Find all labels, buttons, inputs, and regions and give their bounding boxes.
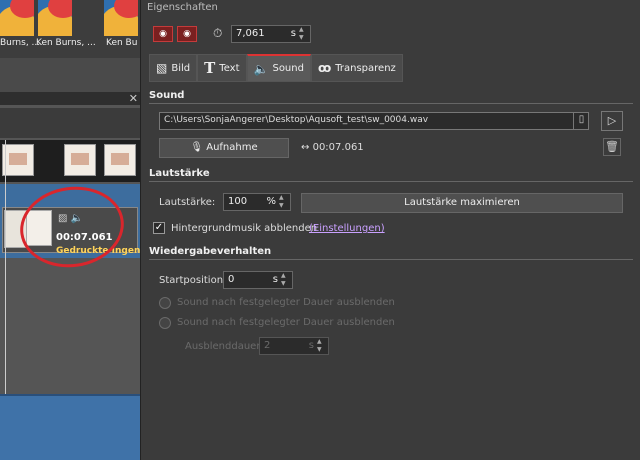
- settings-link[interactable]: (Einstellungen): [309, 223, 385, 234]
- thumbnail-label: Ken Burns, ...: [36, 38, 96, 48]
- length-display: ↔ 00:07.061: [301, 142, 364, 153]
- start-position-spinner[interactable]: 0 s ▲ ▼: [223, 271, 293, 289]
- eye-icon[interactable]: ◉: [177, 26, 197, 42]
- resize-arrows-icon: ↔: [301, 142, 310, 153]
- storyboard-panel: Burns, ... Ken Burns, ... Ken Bu ✕ ▨ 🔈 0…: [0, 0, 140, 460]
- slide-frame[interactable]: [2, 144, 34, 176]
- thumbnail-label: Ken Bu: [106, 38, 138, 48]
- fade-duration-spinner[interactable]: 2 s ▲ ▼: [259, 337, 329, 355]
- start-unit: s: [272, 274, 278, 285]
- slide-filmstrip[interactable]: [0, 140, 140, 182]
- playhead[interactable]: [5, 140, 6, 400]
- image-icon: ▧: [156, 61, 168, 75]
- browse-file-icon[interactable]: ▯: [573, 112, 589, 130]
- dim-music-label: Hintergrundmusik abblenden: [171, 223, 318, 234]
- slide-frame[interactable]: [64, 144, 96, 176]
- length-value: 00:07.061: [312, 142, 364, 153]
- text-icon: T: [204, 59, 216, 77]
- property-tabs: ▧ Bild T Text 🔈 Sound ꝏ Transparenz: [149, 54, 403, 82]
- duration-unit: s: [290, 28, 296, 39]
- play-button[interactable]: ▷: [601, 111, 623, 131]
- hide-eye-icon[interactable]: ◉: [153, 26, 173, 42]
- duration-value: 7,061: [236, 28, 265, 39]
- tab-sound[interactable]: 🔈 Sound: [246, 54, 311, 82]
- fade-option-label-2: Sound nach festgelegter Dauer ausblenden: [177, 317, 395, 328]
- tab-label: Sound: [272, 63, 304, 74]
- thumbnail-3[interactable]: [104, 0, 138, 36]
- fade-option-radio[interactable]: [159, 297, 171, 309]
- tab-label: Bild: [171, 62, 191, 74]
- fade-duration-label: Ausblenddauer:: [185, 341, 264, 352]
- stopwatch-icon: ⏱: [213, 26, 223, 40]
- spinner-arrows-icon[interactable]: ▲ ▼: [317, 338, 326, 354]
- thumbnail-1[interactable]: [0, 0, 34, 36]
- tab-bild[interactable]: ▧ Bild: [149, 54, 198, 82]
- tab-text[interactable]: T Text: [197, 54, 247, 82]
- start-position-label: Startposition:: [159, 275, 227, 286]
- transparency-icon: ꝏ: [317, 61, 332, 75]
- dim-music-checkbox[interactable]: ✓: [153, 222, 165, 234]
- fade-unit: s: [308, 340, 314, 351]
- volume-unit: %: [266, 196, 276, 207]
- duration-spinner[interactable]: 7,061 s ▲ ▼: [231, 25, 311, 43]
- properties-panel: Eigenschaften ◉ ◉ ⏱ 7,061 s ▲ ▼ ▧ Bild T Te…: [140, 0, 640, 460]
- speaker-icon: 🔈: [253, 61, 269, 76]
- timeline-ruler[interactable]: [0, 108, 140, 138]
- media-thumbnails: Burns, ... Ken Burns, ... Ken Bu: [0, 0, 140, 58]
- tab-label: Text: [219, 62, 240, 74]
- volume-spinner[interactable]: 100 % ▲ ▼: [223, 193, 291, 211]
- fade-option-radio-2[interactable]: [159, 317, 171, 329]
- section-volume: Lautstärke: [149, 168, 633, 182]
- slide-frame[interactable]: [104, 144, 136, 176]
- sound-file-path[interactable]: C:\Users\SonjaAngerer\Desktop\Aqusoft_te…: [159, 112, 589, 130]
- record-label: Aufnahme: [206, 142, 258, 153]
- volume-value: 100: [228, 196, 248, 207]
- fade-option-label: Sound nach festgelegter Dauer ausblenden: [177, 297, 395, 308]
- spinner-arrows-icon[interactable]: ▲ ▼: [281, 272, 290, 288]
- record-button[interactable]: 🎙 Aufnahme: [159, 138, 289, 158]
- microphone-icon: 🎙: [190, 142, 204, 153]
- music-track[interactable]: [0, 394, 140, 460]
- tab-transparenz[interactable]: ꝏ Transparenz: [310, 54, 403, 82]
- spinner-arrows-icon[interactable]: ▲ ▼: [299, 26, 308, 42]
- section-sound: Sound: [149, 90, 633, 104]
- maximize-volume-button[interactable]: Lautstärke maximieren: [301, 193, 623, 213]
- section-playback: Wiedergabeverhalten: [149, 246, 633, 260]
- panel-title: Eigenschaften: [147, 2, 218, 13]
- tab-label: Transparenz: [335, 62, 396, 74]
- spinner-arrows-icon[interactable]: ▲ ▼: [279, 194, 288, 210]
- thumbnail-label: Burns, ...: [0, 38, 41, 48]
- fade-value: 2: [264, 340, 271, 351]
- timeline-header: ✕: [0, 92, 140, 106]
- volume-label: Lautstärke:: [159, 197, 216, 208]
- thumbnail-2[interactable]: [38, 0, 72, 36]
- trash-icon[interactable]: 🗑: [603, 138, 621, 156]
- close-icon[interactable]: ✕: [129, 92, 138, 105]
- start-value: 0: [228, 274, 235, 285]
